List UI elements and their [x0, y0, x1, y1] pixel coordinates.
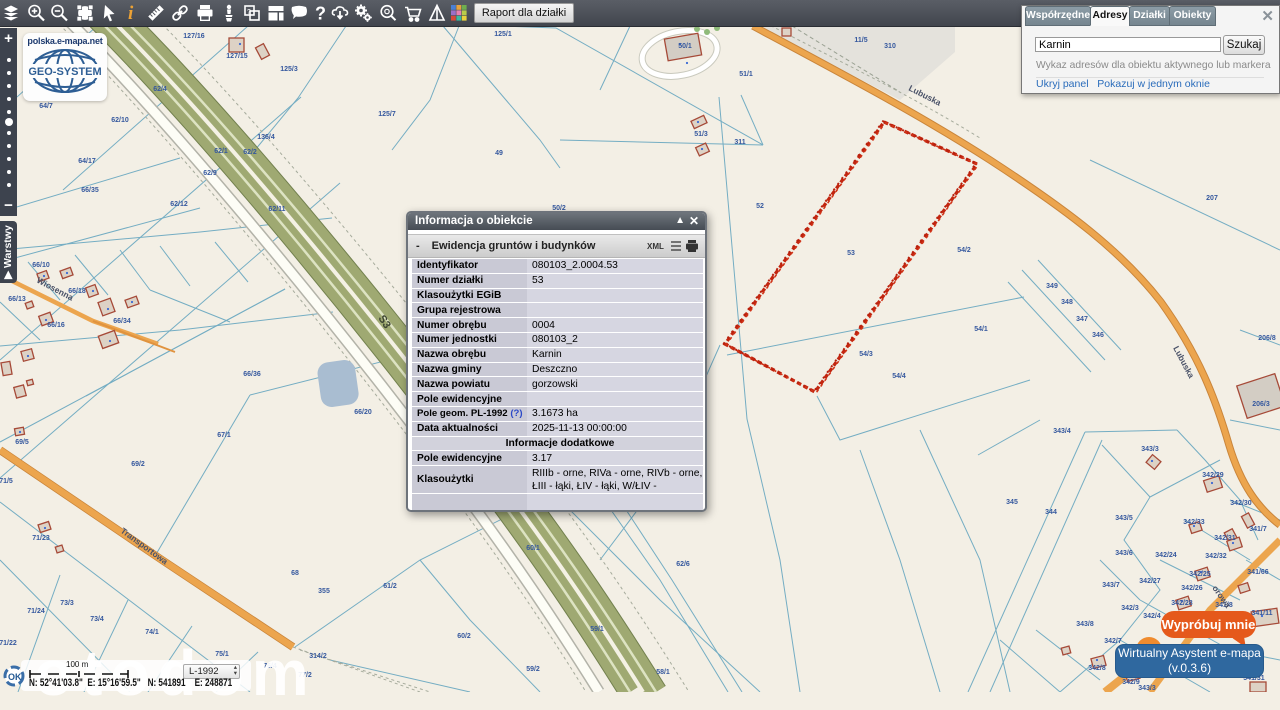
svg-text:341/66: 341/66 — [1247, 569, 1269, 576]
svg-text:342/27: 342/27 — [1139, 578, 1161, 585]
svg-text:342/26: 342/26 — [1181, 585, 1203, 592]
svg-text:127/16: 127/16 — [183, 33, 205, 40]
svg-text:73/4: 73/4 — [90, 616, 104, 623]
svg-text:348: 348 — [1061, 299, 1073, 306]
svg-text:207: 207 — [1206, 195, 1218, 202]
svg-text:50/1: 50/1 — [678, 43, 692, 50]
svg-text:342/30: 342/30 — [1230, 500, 1252, 507]
svg-text:66/20: 66/20 — [354, 409, 372, 416]
svg-text:346: 346 — [1092, 332, 1104, 339]
svg-text:?: ? — [247, 9, 251, 16]
svg-text:51/1: 51/1 — [739, 71, 753, 78]
svg-text:342/24: 342/24 — [1155, 552, 1177, 559]
svg-text:61/2: 61/2 — [383, 583, 397, 590]
svg-text:349: 349 — [1046, 283, 1058, 290]
svg-text:71/22: 71/22 — [0, 640, 17, 647]
svg-text:343/6: 343/6 — [1115, 550, 1133, 557]
svg-text:66/35: 66/35 — [81, 187, 99, 194]
svg-text:341/11: 341/11 — [1251, 610, 1272, 617]
svg-text:52: 52 — [756, 203, 764, 210]
svg-text:136/4: 136/4 — [257, 134, 275, 141]
svg-text:71/23: 71/23 — [32, 535, 50, 542]
svg-text:127/15: 127/15 — [226, 53, 248, 60]
svg-text:343/8: 343/8 — [1076, 621, 1094, 628]
svg-text:342/28: 342/28 — [1171, 600, 1193, 607]
svg-text:355: 355 — [318, 588, 330, 595]
svg-text:71/24: 71/24 — [27, 608, 45, 615]
svg-text:62/9: 62/9 — [203, 170, 217, 177]
svg-text:49: 49 — [495, 150, 503, 157]
svg-text:62/4: 62/4 — [153, 86, 167, 93]
svg-text:66/36: 66/36 — [243, 371, 261, 378]
svg-text:347: 347 — [1076, 316, 1088, 323]
svg-text:64/17: 64/17 — [78, 158, 96, 165]
svg-text:71/5: 71/5 — [0, 478, 13, 485]
svg-text:OK: OK — [8, 672, 22, 682]
svg-text:342/32: 342/32 — [1205, 553, 1227, 560]
svg-text:342/9: 342/9 — [1122, 679, 1140, 686]
svg-text:342/8: 342/8 — [1088, 665, 1106, 672]
svg-text:343/5: 343/5 — [1115, 515, 1133, 522]
svg-text:62/10: 62/10 — [111, 117, 129, 124]
svg-text:64/7: 64/7 — [39, 103, 53, 110]
svg-text:66/16: 66/16 — [47, 322, 65, 329]
svg-text:342/31: 342/31 — [1214, 535, 1236, 542]
svg-text:62/2: 62/2 — [243, 149, 257, 156]
svg-text:11/5: 11/5 — [854, 37, 867, 44]
svg-text:67/1: 67/1 — [217, 432, 231, 439]
svg-text:60/2: 60/2 — [457, 633, 471, 640]
svg-text:?: ? — [315, 4, 326, 24]
svg-text:51/3: 51/3 — [694, 131, 708, 138]
svg-text:62/1: 62/1 — [214, 148, 228, 155]
svg-text:125/1: 125/1 — [494, 31, 512, 38]
svg-text:343/3: 343/3 — [1138, 685, 1156, 692]
svg-text:66/34: 66/34 — [113, 318, 131, 325]
svg-text:54/1: 54/1 — [974, 326, 988, 333]
svg-text:69/5: 69/5 — [15, 439, 29, 446]
svg-text:206/8: 206/8 — [1258, 335, 1276, 342]
svg-text:342/33: 342/33 — [1183, 519, 1205, 526]
svg-text:342/29: 342/29 — [1202, 472, 1224, 479]
svg-text:53: 53 — [847, 250, 855, 257]
svg-text:341/7: 341/7 — [1249, 526, 1267, 533]
svg-text:62/6: 62/6 — [676, 561, 690, 568]
svg-text:60/1: 60/1 — [526, 545, 540, 552]
svg-text:54/4: 54/4 — [892, 373, 906, 380]
svg-text:342/25: 342/25 — [1189, 571, 1211, 578]
svg-text:125/3: 125/3 — [280, 66, 298, 73]
svg-text:206/3: 206/3 — [1252, 401, 1270, 408]
svg-text:62/12: 62/12 — [170, 201, 188, 208]
svg-text:343/3: 343/3 — [1141, 446, 1159, 453]
svg-text:i: i — [128, 3, 134, 24]
svg-text:311: 311 — [734, 139, 745, 146]
svg-text:125/7: 125/7 — [378, 111, 396, 118]
svg-text:66/13: 66/13 — [8, 296, 26, 303]
svg-text:58/1: 58/1 — [656, 669, 670, 676]
svg-text:343/4: 343/4 — [1053, 428, 1071, 435]
svg-text:73/3: 73/3 — [60, 600, 74, 607]
svg-text:GEO-SYSTEM: GEO-SYSTEM — [29, 66, 101, 78]
svg-text:54/3: 54/3 — [859, 351, 873, 358]
svg-text:69/2: 69/2 — [131, 461, 145, 468]
svg-text:54/2: 54/2 — [957, 247, 971, 254]
svg-text:62/11: 62/11 — [268, 206, 285, 213]
svg-text:59/2: 59/2 — [526, 666, 540, 673]
svg-text:59/1: 59/1 — [590, 626, 604, 633]
svg-text:342/4: 342/4 — [1143, 613, 1161, 620]
svg-text:74/1: 74/1 — [145, 629, 159, 636]
svg-text:342/3: 342/3 — [1121, 605, 1139, 612]
svg-text:310: 310 — [884, 43, 896, 50]
svg-text:345: 345 — [1006, 499, 1018, 506]
svg-text:343/7: 343/7 — [1102, 582, 1120, 589]
svg-text:344: 344 — [1045, 509, 1057, 516]
svg-text:66/10: 66/10 — [32, 262, 50, 269]
svg-text:XML: XML — [647, 242, 664, 251]
svg-text:68: 68 — [291, 570, 299, 577]
